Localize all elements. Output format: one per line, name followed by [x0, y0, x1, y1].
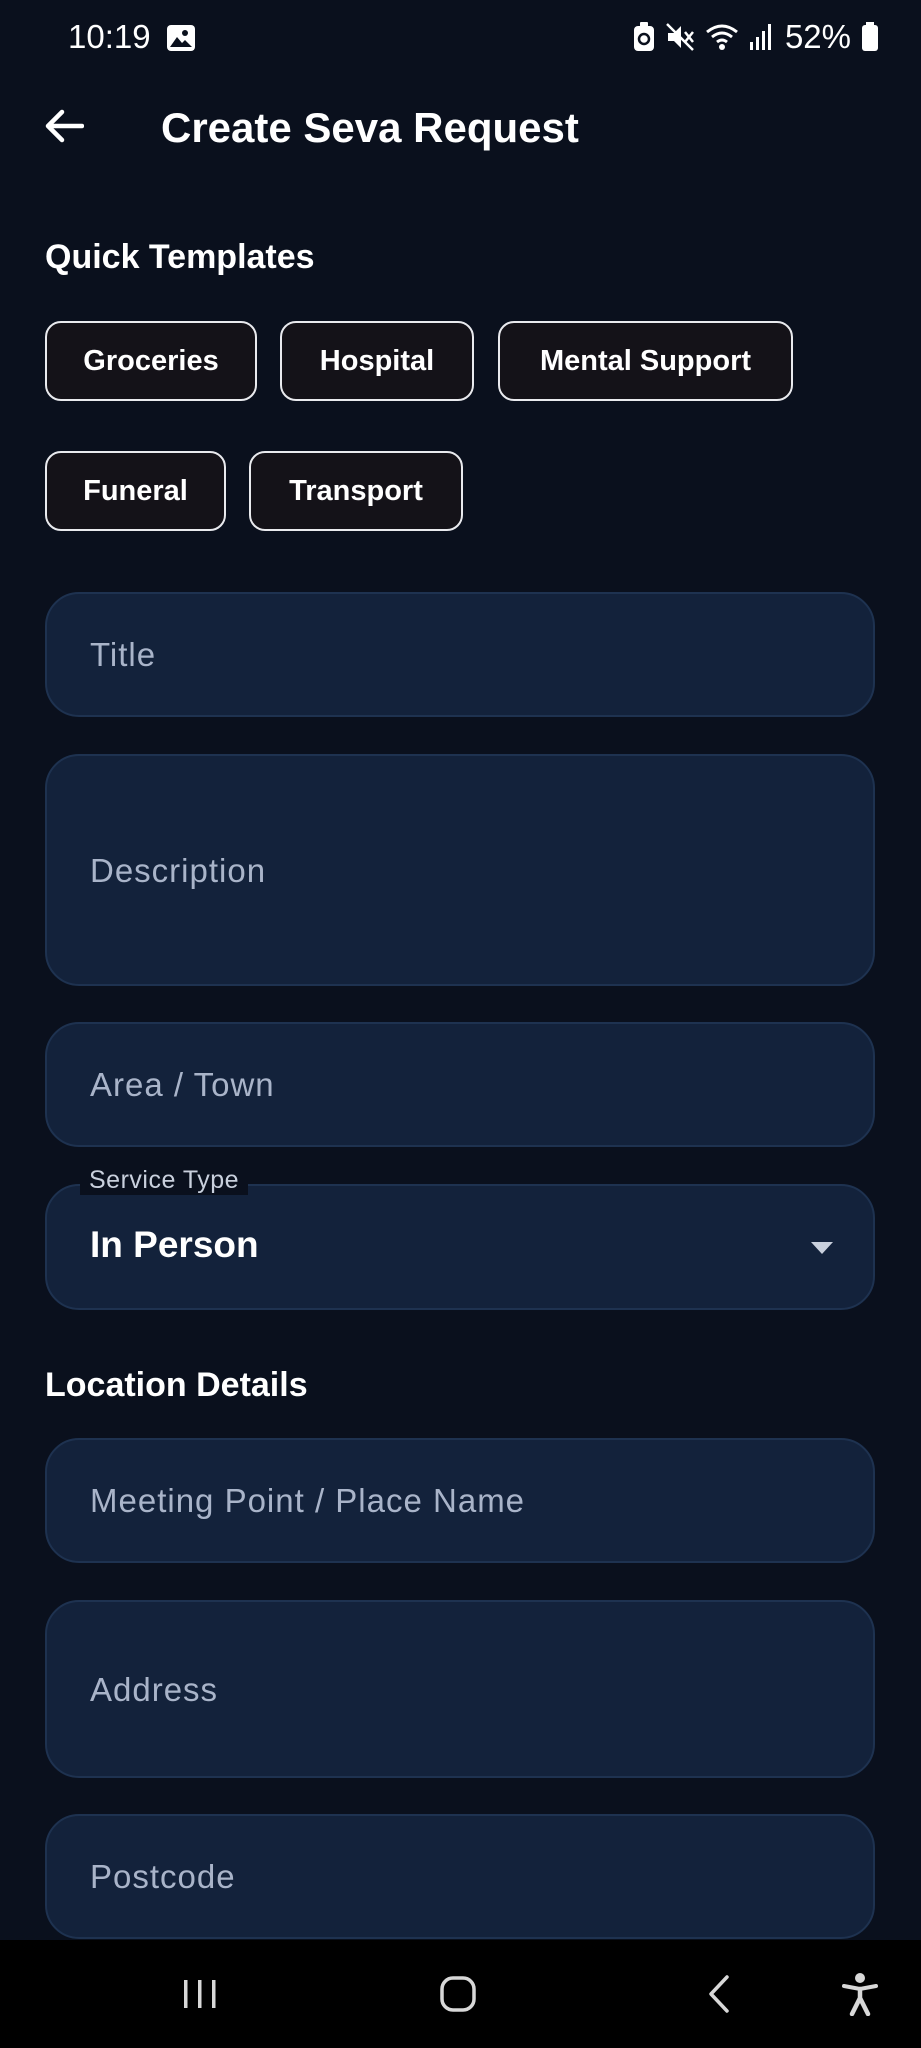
recents-button[interactable] — [170, 1966, 230, 2022]
arrow-left-icon — [45, 109, 84, 143]
title-input[interactable] — [47, 594, 873, 715]
description-field[interactable] — [45, 754, 875, 986]
dropdown-arrow-icon — [811, 1242, 833, 1254]
title-field[interactable] — [45, 592, 875, 717]
image-icon — [167, 25, 195, 51]
chip-transport[interactable]: Transport — [249, 451, 463, 531]
chip-groceries[interactable]: Groceries — [45, 321, 257, 401]
battery-percent: 52% — [784, 18, 851, 55]
accessibility-icon — [842, 1973, 878, 2016]
chip-funeral[interactable]: Funeral — [45, 451, 226, 531]
home-button[interactable] — [428, 1966, 488, 2022]
page-title: Create Seva Request — [161, 104, 579, 151]
chip-hospital[interactable]: Hospital — [280, 321, 474, 401]
area-town-field[interactable] — [45, 1022, 875, 1147]
wifi-icon — [706, 24, 738, 50]
battery-saver-icon — [633, 22, 654, 51]
battery-icon — [862, 22, 878, 51]
signal-icon — [749, 24, 771, 50]
address-input[interactable] — [47, 1602, 873, 1776]
status-bar: 10:19 52% — [0, 0, 921, 78]
postcode-input[interactable] — [47, 1816, 873, 1937]
system-nav-bar — [0, 1940, 921, 2048]
back-button[interactable] — [36, 98, 92, 154]
service-type-select[interactable]: In Person — [45, 1184, 875, 1310]
accessibility-button[interactable] — [832, 1966, 888, 2022]
mute-icon — [666, 23, 694, 51]
service-type-label: Service Type — [80, 1166, 249, 1195]
area-town-input[interactable] — [47, 1024, 873, 1145]
status-icons: 52% — [633, 18, 879, 56]
chip-mental-support[interactable]: Mental Support — [498, 321, 793, 401]
address-field[interactable] — [45, 1600, 875, 1778]
back-icon — [709, 1975, 729, 2013]
status-time: 10:19 — [68, 18, 151, 55]
description-input[interactable] — [47, 756, 873, 984]
location-details-heading: Location Details — [45, 1366, 308, 1404]
service-type-value: In Person — [90, 1224, 259, 1265]
nav-back-button[interactable] — [688, 1966, 748, 2022]
meeting-point-field[interactable] — [45, 1438, 875, 1563]
home-icon — [440, 1976, 476, 2012]
postcode-field[interactable] — [45, 1814, 875, 1939]
meeting-point-input[interactable] — [47, 1440, 873, 1561]
quick-templates-heading: Quick Templates — [45, 238, 315, 276]
recents-icon — [184, 1980, 216, 2008]
